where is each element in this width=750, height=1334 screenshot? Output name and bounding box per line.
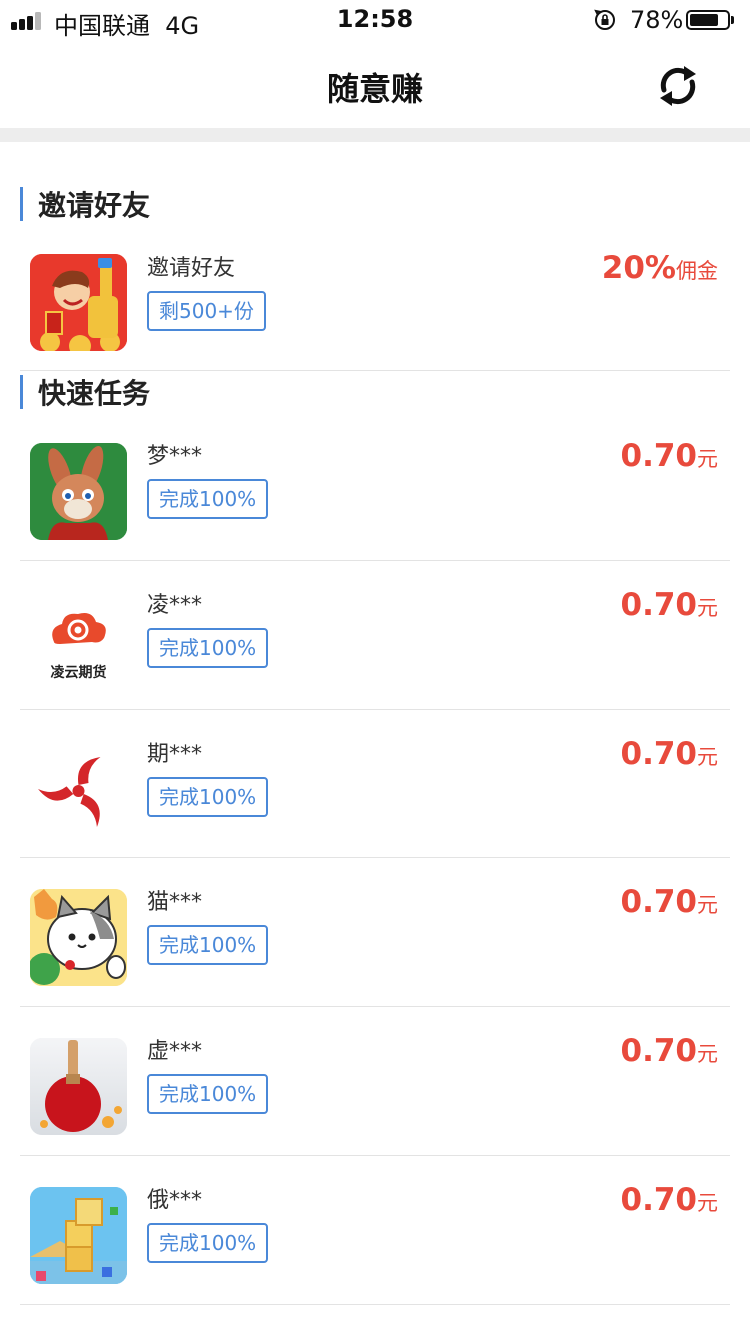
rabbit-game-icon bbox=[30, 443, 127, 540]
icon-caption: 凌云期货 bbox=[50, 665, 107, 681]
page-title: 随意赚 bbox=[326, 70, 423, 108]
row-divider bbox=[20, 1155, 730, 1156]
task-row[interactable]: 虚*** 完成100% 0.70元 bbox=[0, 1025, 750, 1155]
reward-amount: 0.70 bbox=[620, 1033, 698, 1069]
battery-tip bbox=[731, 16, 734, 24]
reward-amount: 20% bbox=[601, 250, 676, 286]
reward-label: 0.70元 bbox=[621, 1182, 719, 1218]
task-name: 期*** bbox=[147, 742, 203, 767]
reward-label: 20%佣金 bbox=[602, 250, 718, 286]
task-name: 俄*** bbox=[147, 1188, 203, 1213]
section-accent-bar bbox=[20, 187, 23, 221]
reward-unit: 佣金 bbox=[676, 259, 718, 283]
progress-tag: 完成100% bbox=[147, 925, 269, 965]
reward-unit: 元 bbox=[697, 745, 718, 769]
progress-tag: 完成100% bbox=[147, 479, 269, 519]
block-puzzle-icon bbox=[30, 1187, 127, 1284]
ping-pong-icon bbox=[30, 1038, 127, 1135]
row-divider bbox=[20, 709, 730, 710]
task-row[interactable]: 期*** 完成100% 0.70元 bbox=[0, 728, 750, 858]
navigation-bar: 随意赚 bbox=[0, 42, 750, 128]
section-title: 快速任务 bbox=[38, 377, 151, 410]
lingyun-futures-icon: 凌云期货 bbox=[30, 592, 127, 689]
progress-tag: 完成100% bbox=[147, 1223, 269, 1263]
refresh-button[interactable] bbox=[654, 62, 702, 110]
nav-divider bbox=[0, 128, 750, 142]
invite-friends-row[interactable]: 邀请好友 剩500+份 20%佣金 bbox=[0, 240, 750, 370]
battery-percent: 78% bbox=[630, 6, 684, 34]
row-divider bbox=[20, 857, 730, 858]
reward-label: 0.70元 bbox=[621, 587, 719, 623]
reward-amount: 0.70 bbox=[620, 438, 698, 474]
section-title: 邀请好友 bbox=[38, 189, 151, 222]
reward-unit: 元 bbox=[697, 893, 718, 917]
progress-tag: 完成100% bbox=[147, 777, 269, 817]
refresh-icon bbox=[660, 66, 696, 106]
reward-amount: 0.70 bbox=[620, 587, 698, 623]
reward-amount: 0.70 bbox=[620, 884, 698, 920]
orientation-lock-icon bbox=[594, 9, 615, 30]
row-divider bbox=[20, 370, 730, 371]
row-divider bbox=[20, 1006, 730, 1007]
progress-tag: 完成100% bbox=[147, 1074, 269, 1114]
red-swirl-icon bbox=[30, 741, 127, 838]
task-name: 凌*** bbox=[147, 593, 203, 618]
progress-tag: 完成100% bbox=[147, 628, 269, 668]
status-bar: 中国联通 4G 12:58 78% bbox=[0, 0, 750, 42]
section-accent-bar bbox=[20, 375, 23, 409]
row-title: 邀请好友 bbox=[147, 256, 236, 281]
task-row[interactable]: 梦*** 完成100% 0.70元 bbox=[0, 430, 750, 560]
reward-unit: 元 bbox=[697, 447, 718, 471]
cartoon-boy-icon bbox=[30, 254, 127, 351]
remaining-tag: 剩500+份 bbox=[147, 291, 266, 331]
reward-label: 0.70元 bbox=[621, 736, 719, 772]
reward-amount: 0.70 bbox=[620, 736, 698, 772]
reward-label: 0.70元 bbox=[621, 884, 719, 920]
reward-label: 0.70元 bbox=[621, 438, 719, 474]
row-divider bbox=[20, 560, 730, 561]
reward-unit: 元 bbox=[697, 1042, 718, 1066]
task-row[interactable]: 凌云期货 凌*** 完成100% 0.70元 bbox=[0, 579, 750, 709]
reward-amount: 0.70 bbox=[620, 1182, 698, 1218]
reward-label: 0.70元 bbox=[621, 1033, 719, 1069]
reward-unit: 元 bbox=[697, 1191, 718, 1215]
task-name: 梦*** bbox=[147, 444, 203, 469]
task-name: 猫*** bbox=[147, 890, 203, 915]
reward-unit: 元 bbox=[697, 596, 718, 620]
cats-game-icon bbox=[30, 889, 127, 986]
task-row[interactable]: 俄*** 完成100% 0.70元 bbox=[0, 1174, 750, 1304]
task-row[interactable]: 猫*** 完成100% 0.70元 bbox=[0, 876, 750, 1006]
task-name: 虚*** bbox=[147, 1039, 203, 1064]
battery-icon bbox=[686, 10, 730, 30]
row-divider bbox=[20, 1304, 730, 1305]
